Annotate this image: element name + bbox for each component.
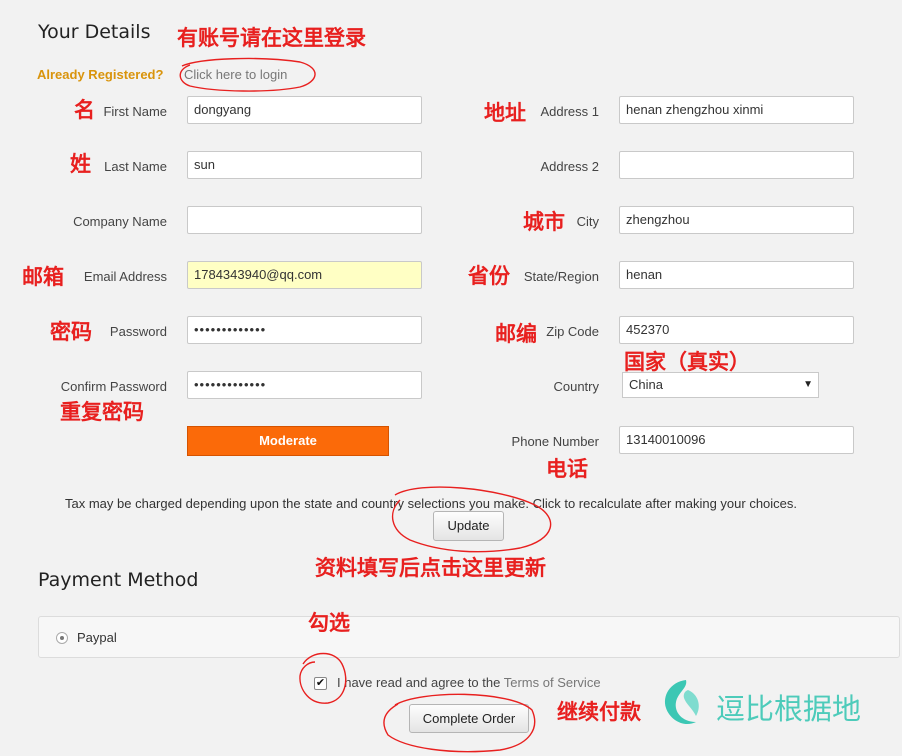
paypal-label: Paypal [77,630,117,645]
phone-label: Phone Number [511,434,599,449]
watermark-text: 逗比根据地 [716,692,862,726]
paypal-radio[interactable] [56,632,68,644]
address2-label: Address 2 [540,159,599,174]
agree-checkbox[interactable]: ✔ [314,677,327,690]
agree-text: I have read and agree to the Terms of Se… [337,675,601,690]
annotation-confirm-password: 重复密码 [60,400,144,424]
annotation-state: 省份 [468,264,510,288]
last-name-field[interactable]: sun [187,151,422,179]
company-name-label: Company Name [73,214,167,229]
annotation-address: 地址 [484,101,526,125]
terms-link[interactable]: Terms of Service [504,675,601,690]
tax-note: Tax may be charged depending upon the st… [65,496,798,511]
first-name-field[interactable]: dongyang [187,96,422,124]
caret-down-icon: ▼ [803,379,813,390]
your-details-title: Your Details [38,21,151,43]
annotation-last-name: 姓 [70,152,91,176]
annotation-password: 密码 [50,320,92,344]
password-field[interactable]: ••••••••••••• [187,316,422,344]
login-link[interactable]: Click here to login [184,67,287,82]
annotation-country: 国家（真实） [624,350,750,374]
watermark-logo-icon [664,680,699,725]
password-strength-meter: Moderate [187,426,389,456]
city-field[interactable]: zhengzhou [619,206,854,234]
annotation-email: 邮箱 [22,265,64,289]
update-button[interactable]: Update [433,511,504,541]
zip-field[interactable]: 452370 [619,316,854,344]
address1-label: Address 1 [540,104,599,119]
email-label: Email Address [83,269,167,284]
address1-field[interactable]: henan zhengzhou xinmi [619,96,854,124]
annotation-continue: 继续付款 [557,700,641,724]
annotation-check: 勾选 [308,611,350,635]
annotation-update: 资料填写后点击这里更新 [315,556,546,580]
phone-field[interactable]: 13140010096 [619,426,854,454]
annotation-phone: 电话 [546,457,588,481]
first-name-label: First Name [103,104,167,119]
complete-order-button[interactable]: Complete Order [409,704,529,733]
annotation-city: 城市 [523,210,565,234]
annotation-zip: 邮编 [495,322,537,346]
payment-method-title: Payment Method [38,569,199,591]
company-name-field[interactable] [187,206,422,234]
agree-statement: I have read and agree to the [337,675,501,690]
last-name-label: Last Name [104,159,167,174]
email-field[interactable]: 1784343940@qq.com [187,261,422,289]
annotation-login: 有账号请在这里登录 [177,26,366,50]
state-field[interactable]: henan [619,261,854,289]
already-registered-label: Already Registered? [37,67,164,82]
zip-label: Zip Code [546,324,599,339]
payment-option-panel[interactable]: Paypal [38,616,900,658]
country-selected-value: China [629,377,663,392]
address2-field[interactable] [619,151,854,179]
city-label: City [576,214,599,229]
state-label: State/Region [523,269,599,284]
annotation-first-name: 名 [74,98,95,122]
password-label: Password [109,324,167,339]
country-label: Country [553,379,599,394]
confirm-password-field[interactable]: ••••••••••••• [187,371,422,399]
confirm-password-label: Confirm Password [60,379,167,394]
